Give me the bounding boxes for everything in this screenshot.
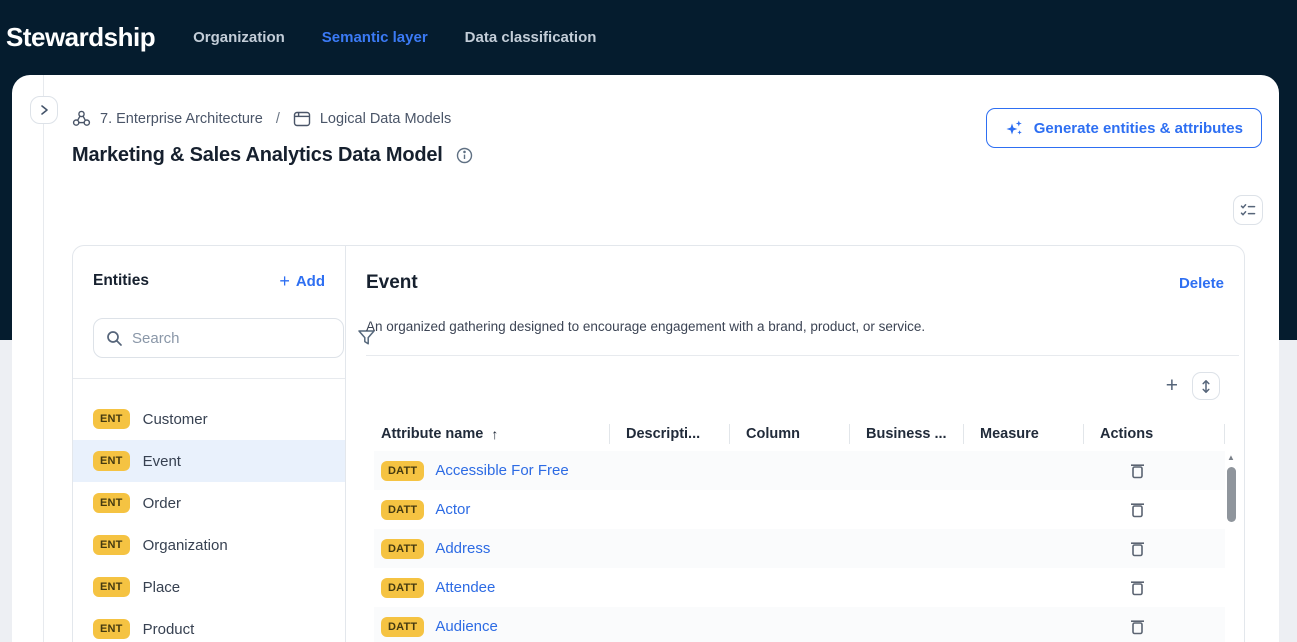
- breadcrumb-separator: /: [276, 111, 280, 127]
- add-entity-label: Add: [296, 273, 325, 290]
- top-navigation-bar: Stewardship Organization Semantic layer …: [0, 0, 1297, 75]
- delete-attribute-icon[interactable]: [1130, 540, 1145, 557]
- page-title-row: Marketing & Sales Analytics Data Model: [72, 144, 473, 167]
- search-icon: [106, 330, 123, 347]
- generate-entities-button[interactable]: Generate entities & attributes: [986, 108, 1262, 148]
- scroll-up-icon[interactable]: ▲: [1227, 453, 1235, 463]
- delete-attribute-icon[interactable]: [1130, 618, 1145, 635]
- table-scrollbar[interactable]: ▲: [1225, 451, 1237, 642]
- entity-detail-title: Event: [366, 272, 418, 294]
- entity-name: Organization: [143, 537, 228, 554]
- entity-name: Event: [143, 453, 181, 470]
- entity-type-badge: ENT: [93, 577, 130, 597]
- attribute-type-badge: DATT: [381, 578, 424, 598]
- entities-panel: Entities + Add: [73, 246, 346, 642]
- column-header-business-term[interactable]: Business ...: [849, 424, 963, 444]
- entities-panel-title: Entities: [93, 272, 149, 290]
- main-nav: Organization Semantic layer Data classif…: [193, 29, 596, 46]
- attribute-link[interactable]: Address: [435, 540, 490, 557]
- column-header-measure[interactable]: Measure: [963, 424, 1083, 444]
- entities-list: ENT Customer ENT Event ENT Order ENT Org…: [73, 379, 345, 642]
- attribute-row: DATT Audience: [374, 607, 1225, 642]
- info-icon[interactable]: [456, 147, 473, 164]
- model-workspace: Entities + Add: [72, 245, 1245, 642]
- delete-entity-button[interactable]: Delete: [1179, 275, 1224, 292]
- entity-row-product[interactable]: ENT Product: [73, 608, 345, 642]
- entity-detail-panel: Event Delete An organized gathering desi…: [346, 246, 1244, 642]
- nav-tab-data-classification[interactable]: Data classification: [465, 29, 597, 46]
- nav-tab-organization[interactable]: Organization: [193, 29, 285, 46]
- entity-type-badge: ENT: [93, 535, 130, 555]
- delete-attribute-icon[interactable]: [1130, 501, 1145, 518]
- column-header-attribute-name[interactable]: Attribute name ↑: [374, 424, 609, 444]
- add-entity-button[interactable]: + Add: [279, 273, 325, 290]
- entity-row-place[interactable]: ENT Place: [73, 566, 345, 608]
- main-content-card: 7. Enterprise Architecture / Logical Dat…: [12, 75, 1279, 642]
- breadcrumb-item-collection[interactable]: Logical Data Models: [320, 111, 451, 127]
- attribute-link[interactable]: Attendee: [435, 579, 495, 596]
- entity-row-customer[interactable]: ENT Customer: [73, 398, 345, 440]
- attribute-type-badge: DATT: [381, 461, 424, 481]
- checklist-icon: [1240, 203, 1256, 217]
- delete-attribute-icon[interactable]: [1130, 579, 1145, 596]
- sparkles-icon: [1005, 119, 1024, 138]
- entity-type-badge: ENT: [93, 619, 130, 639]
- attribute-link[interactable]: Actor: [435, 501, 470, 518]
- column-header-actions: Actions: [1083, 424, 1225, 444]
- attribute-link[interactable]: Accessible For Free: [435, 462, 568, 479]
- add-attribute-icon[interactable]: +: [1166, 376, 1178, 396]
- attribute-type-badge: DATT: [381, 539, 424, 559]
- attribute-link[interactable]: Audience: [435, 618, 498, 635]
- entity-type-badge: ENT: [93, 451, 130, 471]
- entity-name: Place: [143, 579, 181, 596]
- attributes-table: Attribute name ↑ Descripti... Column Bus…: [374, 417, 1225, 642]
- sidebar-collapse-button[interactable]: [30, 96, 58, 124]
- entity-name: Product: [143, 621, 195, 638]
- page-title: Marketing & Sales Analytics Data Model: [72, 144, 443, 167]
- entity-search-input[interactable]: [132, 330, 331, 347]
- entity-name: Order: [143, 495, 181, 512]
- breadcrumb: 7. Enterprise Architecture / Logical Dat…: [72, 110, 451, 127]
- chevron-right-icon: [40, 104, 49, 116]
- entity-row-event[interactable]: ENT Event: [73, 440, 345, 482]
- entity-type-badge: ENT: [93, 493, 130, 513]
- nav-tab-semantic-layer[interactable]: Semantic layer: [322, 29, 428, 46]
- attributes-table-header: Attribute name ↑ Descripti... Column Bus…: [374, 417, 1225, 451]
- attributes-table-rows: DATT Accessible For Free DATT Actor: [374, 451, 1225, 642]
- attribute-row: DATT Accessible For Free: [374, 451, 1225, 490]
- entity-search-box[interactable]: [93, 318, 344, 358]
- row-height-button[interactable]: [1192, 372, 1220, 400]
- entity-name: Customer: [143, 411, 208, 428]
- sort-asc-icon: ↑: [491, 424, 498, 444]
- entity-description: An organized gathering designed to encou…: [366, 318, 1224, 336]
- app-title: Stewardship: [6, 22, 155, 53]
- entity-row-organization[interactable]: ENT Organization: [73, 524, 345, 566]
- checklist-view-button[interactable]: [1233, 195, 1263, 225]
- column-header-description[interactable]: Descripti...: [609, 424, 729, 444]
- domain-hierarchy-icon: [72, 110, 91, 127]
- delete-attribute-icon[interactable]: [1130, 462, 1145, 479]
- attribute-row: DATT Address: [374, 529, 1225, 568]
- plus-icon: +: [279, 274, 290, 288]
- attribute-type-badge: DATT: [381, 500, 424, 520]
- data-model-icon: [293, 111, 311, 127]
- generate-entities-label: Generate entities & attributes: [1034, 120, 1243, 137]
- arrows-vertical-icon: [1201, 379, 1211, 394]
- attribute-row: DATT Actor: [374, 490, 1225, 529]
- entity-row-order[interactable]: ENT Order: [73, 482, 345, 524]
- attribute-type-badge: DATT: [381, 617, 424, 637]
- entity-type-badge: ENT: [93, 409, 130, 429]
- breadcrumb-item-domain[interactable]: 7. Enterprise Architecture: [100, 111, 263, 127]
- attribute-row: DATT Attendee: [374, 568, 1225, 607]
- scrollbar-thumb[interactable]: [1227, 467, 1236, 522]
- column-header-column[interactable]: Column: [729, 424, 849, 444]
